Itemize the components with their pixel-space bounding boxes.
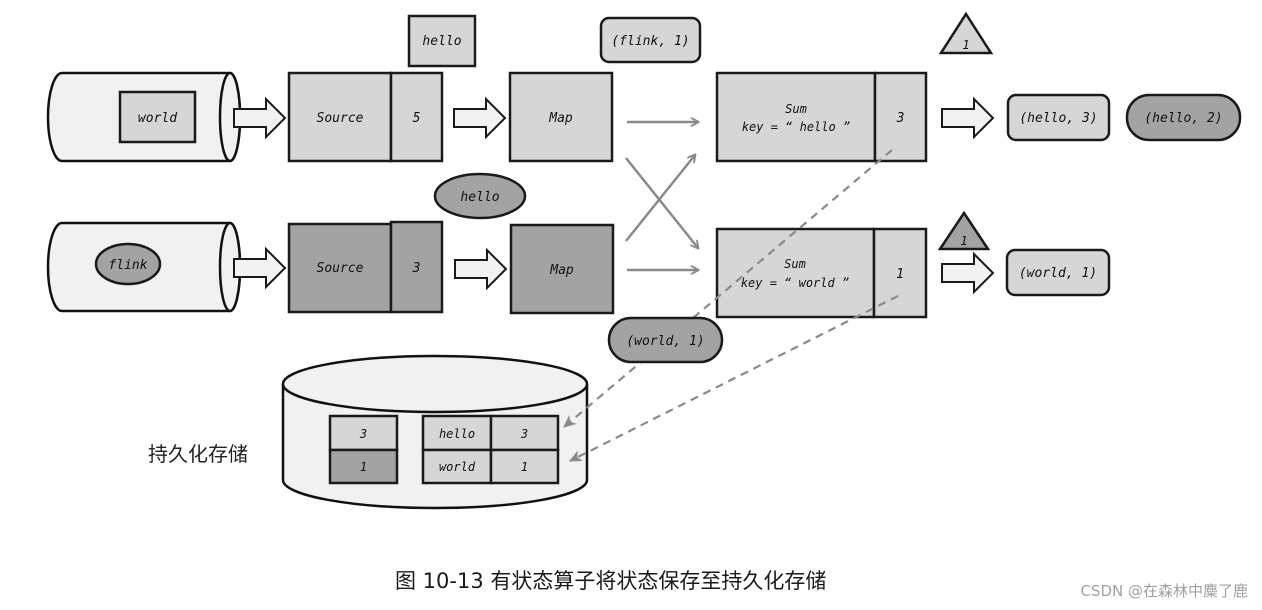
storage-label: 持久化存储 bbox=[148, 442, 248, 466]
in-flight-record-label: hello bbox=[422, 34, 461, 49]
storage-cylinder-top bbox=[281, 354, 589, 414]
source-operator-2: Source 3 bbox=[287, 220, 444, 314]
sum-label-box bbox=[715, 227, 876, 319]
source-label: Source bbox=[317, 261, 364, 276]
sum-label-box bbox=[715, 71, 877, 163]
shuffle-arrow-map1-sum2 bbox=[625, 157, 698, 248]
checkpoint-barrier-label-2: 1 bbox=[960, 234, 967, 248]
figure-caption: 图 10-13 有状态算子将状态保存至持久化存储 bbox=[395, 569, 826, 593]
storage-source-offset-label-2: 1 bbox=[360, 460, 367, 474]
stream-to-source-arrow-1 bbox=[233, 96, 287, 140]
source-offset: 5 bbox=[413, 111, 421, 126]
sum-output-arrow-2 bbox=[941, 251, 995, 295]
persistent-storage: 3 1 hello 3 world 1 bbox=[281, 354, 589, 510]
in-flight-record-label-2: hello bbox=[460, 190, 499, 205]
source-offset: 3 bbox=[412, 261, 421, 276]
map-label-1: Map bbox=[548, 111, 573, 126]
storage-value-label-2: 1 bbox=[521, 460, 528, 474]
input-stream-2: flink bbox=[46, 221, 242, 313]
sum-key: key = “ world ” bbox=[741, 276, 849, 290]
source-label: Source bbox=[317, 111, 364, 126]
sum-key: key = “ hello ” bbox=[742, 120, 850, 134]
sum-output-arrow-1 bbox=[941, 96, 995, 140]
output-record-prior-label: (hello, 2) bbox=[1144, 111, 1222, 126]
watermark: CSDN @在森林中麋了鹿 bbox=[1080, 582, 1248, 600]
sum-title: Sum bbox=[785, 102, 807, 116]
shuffle-arrow-map2-sum1 bbox=[625, 155, 695, 242]
in-flight-tuple-label: (flink, 1) bbox=[611, 34, 689, 49]
storage-key-label-1: hello bbox=[439, 427, 475, 441]
stream-record-label: world bbox=[138, 111, 177, 126]
output-record-label: (hello, 3) bbox=[1019, 111, 1097, 126]
source-operator-1: Source 5 bbox=[287, 71, 444, 163]
storage-source-offset-label-1: 3 bbox=[359, 427, 367, 441]
storage-key-label-2: world bbox=[439, 460, 476, 474]
sum-operator-1: Sum key = “ hello ” 3 bbox=[715, 71, 928, 163]
sum-state: 1 bbox=[896, 267, 904, 282]
in-flight-tuple-pill-label: (world, 1) bbox=[626, 334, 704, 349]
checkpoint-barrier-label: 1 bbox=[962, 38, 969, 52]
stateful-operator-diagram: world Source 5 hello Map (flink, 1) Sum … bbox=[46, 11, 1248, 600]
output-record-label-2: (world, 1) bbox=[1019, 266, 1097, 281]
sum-operator-2: Sum key = “ world ” 1 bbox=[715, 227, 928, 319]
sum-state: 3 bbox=[896, 111, 905, 126]
input-stream-1: world bbox=[46, 71, 242, 163]
storage-value-label-1: 3 bbox=[520, 427, 528, 441]
map-label-2: Map bbox=[549, 263, 574, 278]
stream-to-source-arrow-2 bbox=[233, 246, 287, 290]
source-to-map-arrow-1 bbox=[453, 96, 507, 140]
stream-record-label: flink bbox=[108, 258, 147, 273]
source-to-map-arrow-2 bbox=[454, 247, 508, 291]
sum-title: Sum bbox=[784, 257, 806, 271]
